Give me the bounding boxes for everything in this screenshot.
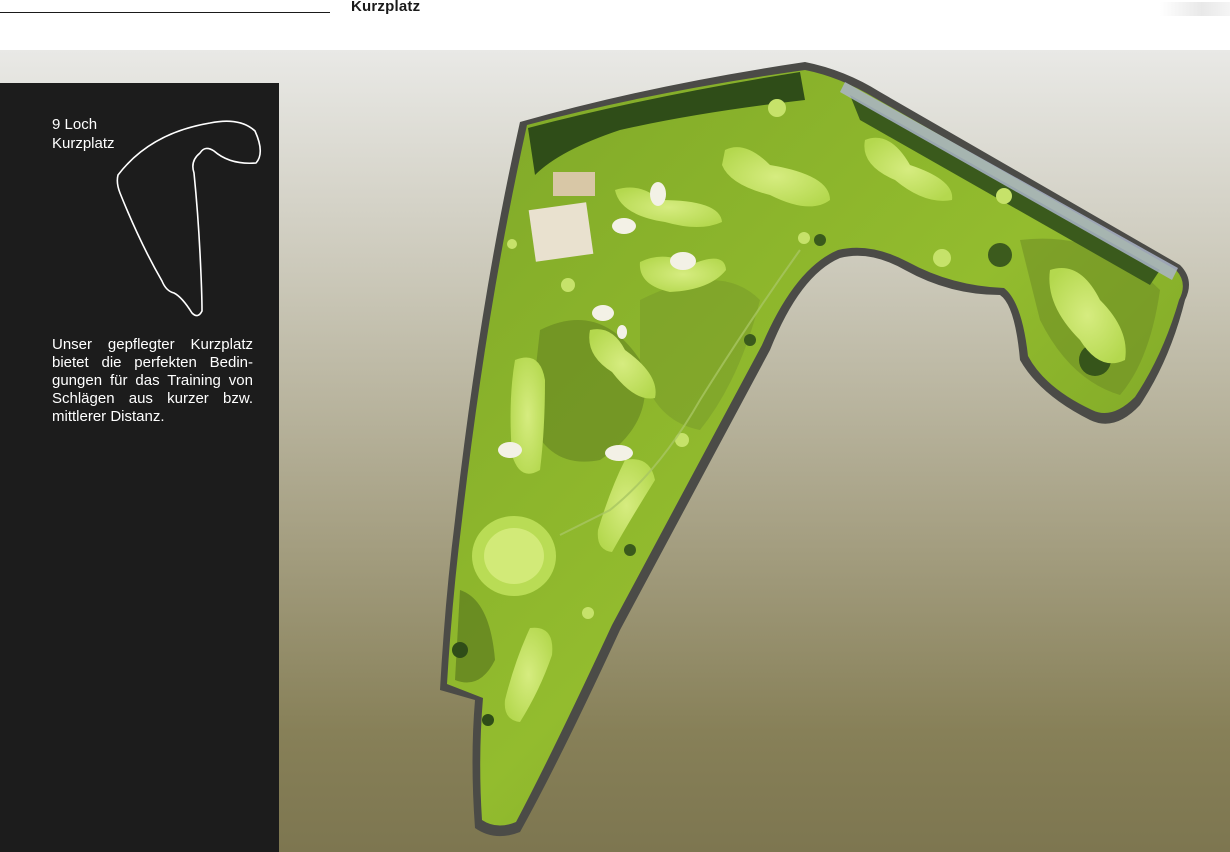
course-description: Unser gepflegter Kurzplatz bietet die pe… — [52, 336, 253, 425]
small-green — [996, 188, 1012, 204]
small-green — [561, 278, 575, 292]
small-green — [582, 607, 594, 619]
small-green — [933, 249, 951, 267]
bunker — [612, 218, 636, 234]
building — [553, 172, 595, 196]
small-green — [798, 232, 810, 244]
info-panel: 9 Loch Kurzplatz Unser gepflegter Kurzpl… — [0, 83, 279, 852]
bunker — [670, 252, 696, 270]
bunker — [498, 442, 522, 458]
tree-cluster — [452, 642, 468, 658]
page: Kurzplatz 9 Loch Kurzplatz Unser gepfleg… — [0, 0, 1230, 852]
tree-cluster — [744, 334, 756, 346]
tree-cluster — [482, 714, 494, 726]
bunker — [650, 182, 666, 206]
bunker — [605, 445, 633, 461]
bunker — [592, 305, 614, 321]
course-outline-icon — [116, 120, 262, 317]
bunker — [617, 325, 627, 339]
putting-green — [484, 528, 544, 584]
tree-cluster — [988, 243, 1012, 267]
tree-cluster — [814, 234, 826, 246]
tree-cluster — [624, 544, 636, 556]
small-green — [507, 239, 517, 249]
small-green — [768, 99, 786, 117]
building — [528, 202, 594, 262]
